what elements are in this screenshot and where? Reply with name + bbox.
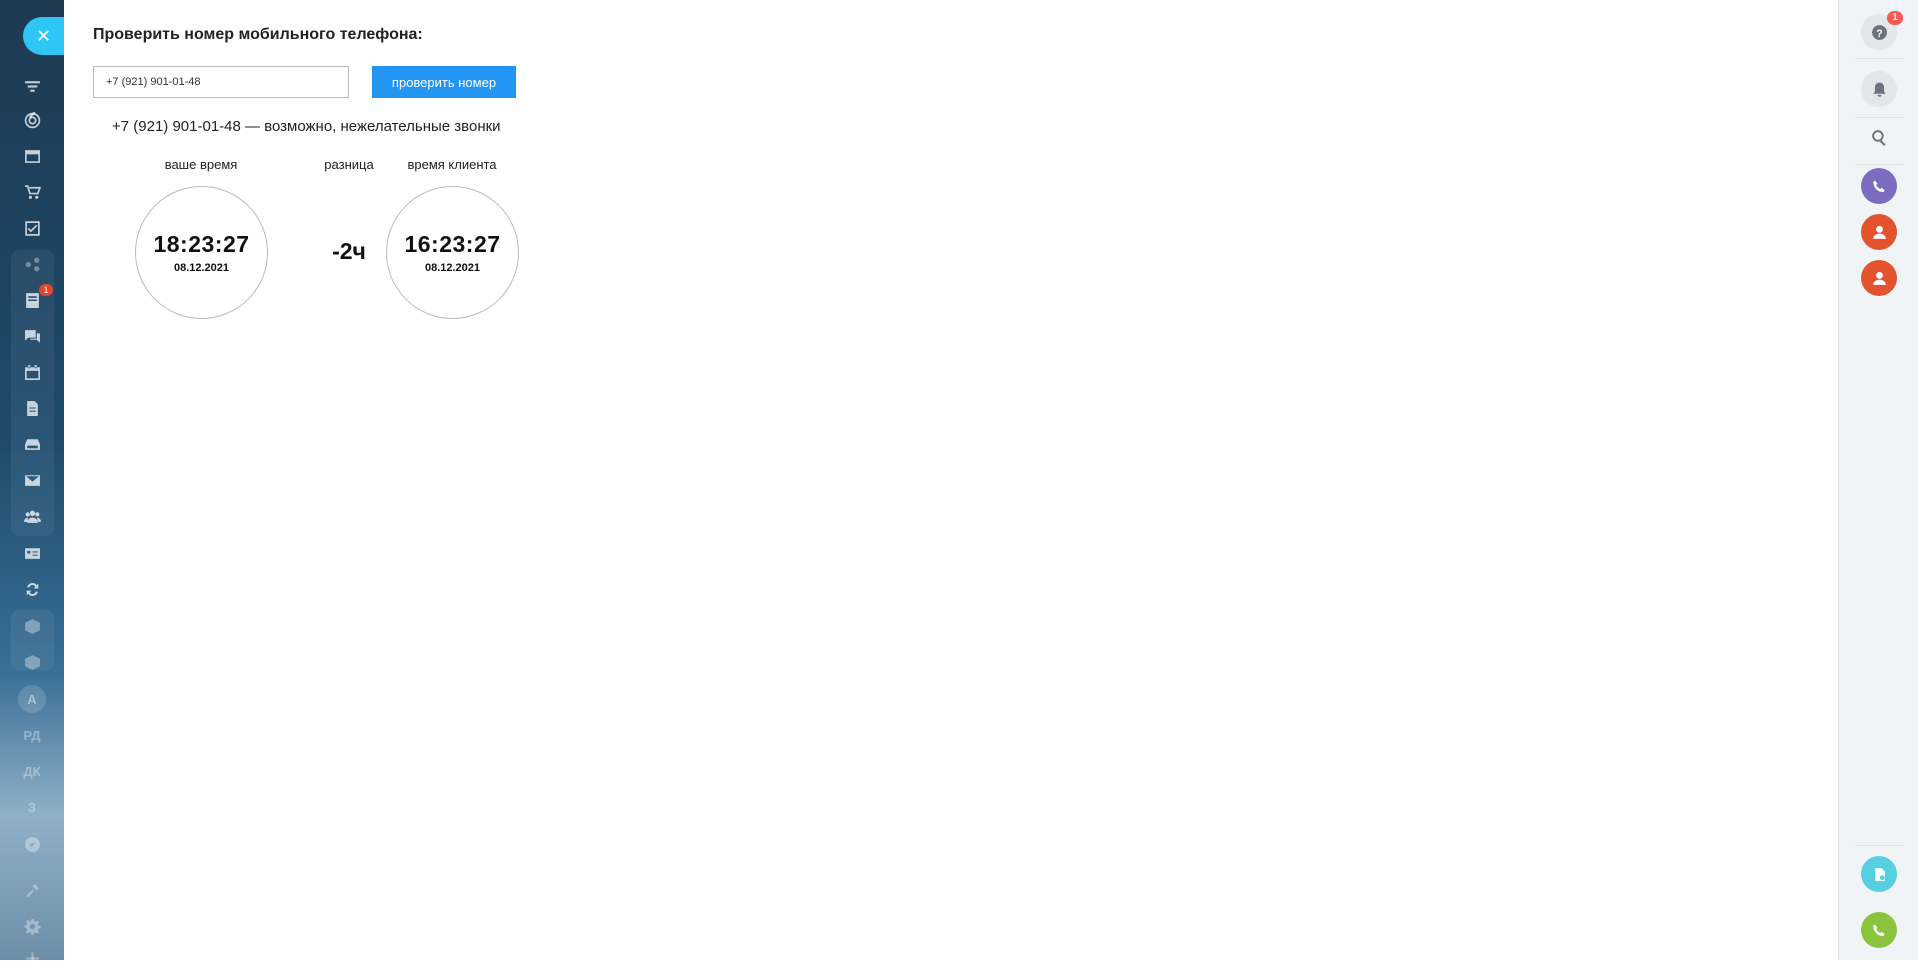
help-button[interactable]: ? 1 <box>1861 11 1903 50</box>
feed-icon[interactable]: 1 <box>0 282 64 318</box>
plus-icon[interactable] <box>0 940 64 976</box>
svg-text:?: ? <box>1876 27 1882 39</box>
help-icon: ? <box>1871 24 1887 40</box>
client-time-value: 16:23:27 <box>404 231 501 257</box>
sidebar-item-rd[interactable]: РД <box>0 717 64 753</box>
divider <box>1855 117 1903 118</box>
search-icon <box>1871 129 1886 146</box>
contact-card-icon[interactable] <box>0 535 64 571</box>
divider <box>1855 58 1903 59</box>
your-time-label: ваше время <box>164 157 238 172</box>
mail-icon[interactable] <box>0 462 64 498</box>
sidebar-item-a[interactable]: А <box>0 681 64 717</box>
bell-icon <box>1872 82 1886 97</box>
sidebar-item-dk[interactable]: ДК <box>0 753 64 789</box>
right-sidebar: ? 1 <box>1838 0 1918 960</box>
notifications-button[interactable] <box>1861 71 1897 107</box>
task-icon[interactable] <box>0 210 64 246</box>
check-result: +7 (921) 901-01-48 — возможно, нежелател… <box>112 118 501 135</box>
help-badge: 1 <box>1887 11 1903 25</box>
check-number-button[interactable]: проверить номер <box>372 66 516 98</box>
box-icon-2[interactable] <box>0 644 64 680</box>
target-icon[interactable] <box>0 102 64 138</box>
divider <box>1855 164 1903 165</box>
client-time-clock: 16:23:27 08.12.2021 <box>386 186 519 319</box>
viber-chat-button[interactable] <box>1861 168 1897 204</box>
group-icon[interactable] <box>0 498 64 534</box>
phone-input[interactable] <box>93 66 349 98</box>
main-content: Проверить номер мобильного телефона: про… <box>64 0 1838 960</box>
viber-icon <box>1872 180 1885 192</box>
divider <box>1855 845 1903 846</box>
contact-avatar-2[interactable] <box>1861 260 1897 296</box>
sidebar-item-dk-label: ДК <box>23 763 41 779</box>
share-icon[interactable] <box>0 246 64 282</box>
sidebar-item-z-label: З <box>27 799 37 815</box>
documents-button[interactable] <box>1861 856 1897 892</box>
document-icon[interactable] <box>0 390 64 426</box>
your-time-clock: 18:23:27 08.12.2021 <box>135 186 268 319</box>
check-circle-icon[interactable] <box>0 826 64 862</box>
box-icon[interactable] <box>0 608 64 644</box>
calendar-icon[interactable] <box>0 354 64 390</box>
chat-icon[interactable] <box>0 318 64 354</box>
time-difference: -2ч <box>332 238 366 264</box>
contact-avatar-1[interactable] <box>1861 214 1897 250</box>
sidebar-item-a-label: А <box>18 685 46 713</box>
gear-icon[interactable] <box>0 908 64 944</box>
client-time-label: время клиента <box>407 157 497 172</box>
page-title: Проверить номер мобильного телефона: <box>93 26 423 43</box>
your-date-value: 08.12.2021 <box>173 262 230 274</box>
user-icon <box>1872 271 1886 285</box>
window-icon[interactable] <box>0 138 64 174</box>
left-sidebar: ✕ 1 А РД ДК З <box>0 0 64 965</box>
sidebar-item-rd-label: РД <box>23 727 41 743</box>
close-icon: ✕ <box>35 25 52 46</box>
search-button[interactable] <box>1861 119 1897 155</box>
document-sign-icon <box>1874 867 1885 881</box>
your-time-value: 18:23:27 <box>153 231 250 257</box>
call-button[interactable] <box>1861 912 1897 948</box>
sidebar-item-z[interactable]: З <box>0 789 64 825</box>
filter-icon[interactable] <box>0 68 64 104</box>
sync-icon[interactable] <box>0 571 64 607</box>
client-date-value: 08.12.2021 <box>424 262 481 274</box>
feed-badge: 1 <box>39 284 53 296</box>
drive-icon[interactable] <box>0 426 64 462</box>
close-button[interactable]: ✕ <box>23 17 64 55</box>
tools-icon[interactable] <box>0 872 64 908</box>
phone-icon <box>1872 924 1885 936</box>
cart-icon[interactable] <box>0 174 64 210</box>
user-icon <box>1872 225 1886 239</box>
